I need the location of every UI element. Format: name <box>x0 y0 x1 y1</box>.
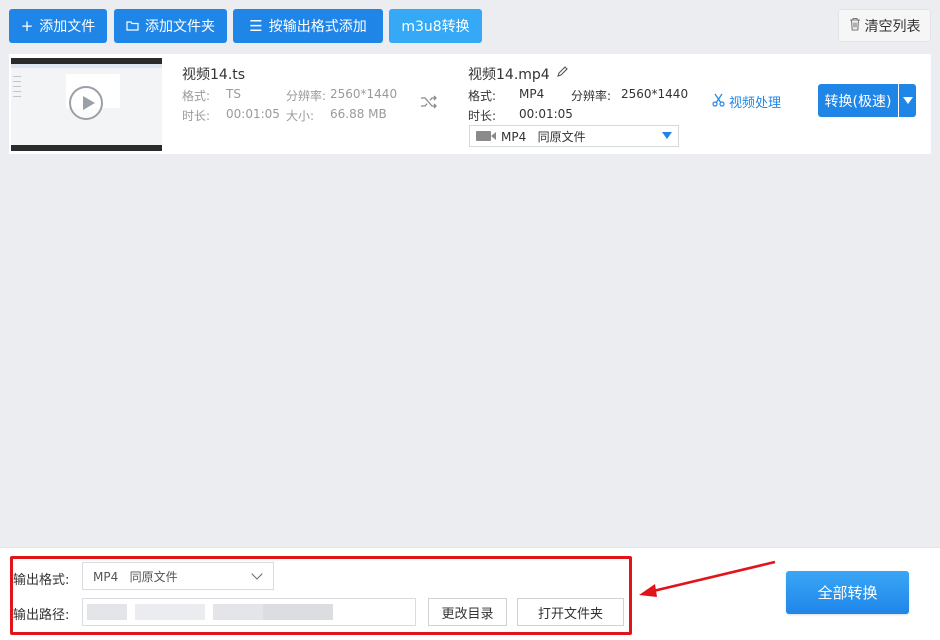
source-duration-label: 时长: <box>182 109 211 123</box>
m3u8-label: m3u8转换 <box>401 19 470 35</box>
source-format-label: 格式: <box>182 89 211 103</box>
target-file-name: 视频14.mp4 <box>468 67 550 83</box>
target-resolution-label: 分辨率: <box>571 89 612 103</box>
target-duration-value: 00:01:05 <box>519 107 573 121</box>
clear-list-button[interactable]: 清空列表 <box>838 9 931 42</box>
add-by-format-button[interactable]: ☰ 按输出格式添加 <box>233 9 383 43</box>
target-resolution-value: 2560*1440 <box>621 87 689 101</box>
m3u8-convert-button[interactable]: m3u8转换 <box>389 9 482 43</box>
file-row: 视频14.ts 格式: TS 分辨率: 2560*1440 时长: 00:01:… <box>9 54 931 154</box>
source-size-label: 大小: <box>286 109 315 123</box>
plus-icon: + <box>20 16 34 35</box>
scissors-icon <box>712 93 725 111</box>
trash-icon <box>849 17 861 35</box>
source-file-name: 视频14.ts <box>182 67 246 83</box>
target-format-label: 格式: <box>468 89 497 103</box>
pencil-icon[interactable] <box>556 66 568 82</box>
source-resolution-value: 2560*1440 <box>330 87 398 101</box>
video-camera-icon <box>476 131 496 141</box>
target-format-select[interactable]: MP4 同原文件 <box>469 125 679 147</box>
add-folder-label: 添加文件夹 <box>145 19 215 35</box>
thumbnail-sidebar <box>13 72 27 122</box>
target-duration-label: 时长: <box>468 109 497 123</box>
video-process-label: 视频处理 <box>729 96 782 111</box>
toolbar: + 添加文件 添加文件夹 ☰ 按输出格式添加 m3u8转换 清空列表 <box>0 0 940 52</box>
video-thumbnail[interactable] <box>11 58 162 151</box>
source-duration-value: 00:01:05 <box>226 107 280 121</box>
convert-dropdown-button[interactable] <box>899 84 916 117</box>
caret-down-icon <box>662 132 672 139</box>
thumbnail-topbar <box>11 64 162 68</box>
caret-down-icon <box>902 97 913 104</box>
add-by-format-label: 按输出格式添加 <box>268 19 367 35</box>
add-folder-button[interactable]: 添加文件夹 <box>114 9 227 43</box>
convert-all-button[interactable]: 全部转换 <box>786 571 909 614</box>
list-icon: ☰ <box>249 16 263 35</box>
source-resolution-label: 分辨率: <box>286 89 327 103</box>
play-icon[interactable] <box>69 86 103 120</box>
annotation-arrow-icon <box>639 560 776 597</box>
add-file-label: 添加文件 <box>39 19 96 35</box>
folder-icon <box>126 19 139 34</box>
highlight-box <box>10 556 632 635</box>
add-file-button[interactable]: + 添加文件 <box>9 9 107 43</box>
convert-fast-button[interactable]: 转换(极速) <box>818 84 898 117</box>
shuffle-icon <box>420 94 438 113</box>
target-format-select-value: MP4 同原文件 <box>501 129 586 144</box>
video-process-link[interactable]: 视频处理 <box>712 92 781 111</box>
source-size-value: 66.88 MB <box>330 107 387 121</box>
source-format-value: TS <box>226 87 241 101</box>
target-format-value: MP4 <box>519 87 545 101</box>
target-file-name-wrap: 视频14.mp4 <box>468 64 568 84</box>
clear-list-label: 清空列表 <box>864 18 921 35</box>
